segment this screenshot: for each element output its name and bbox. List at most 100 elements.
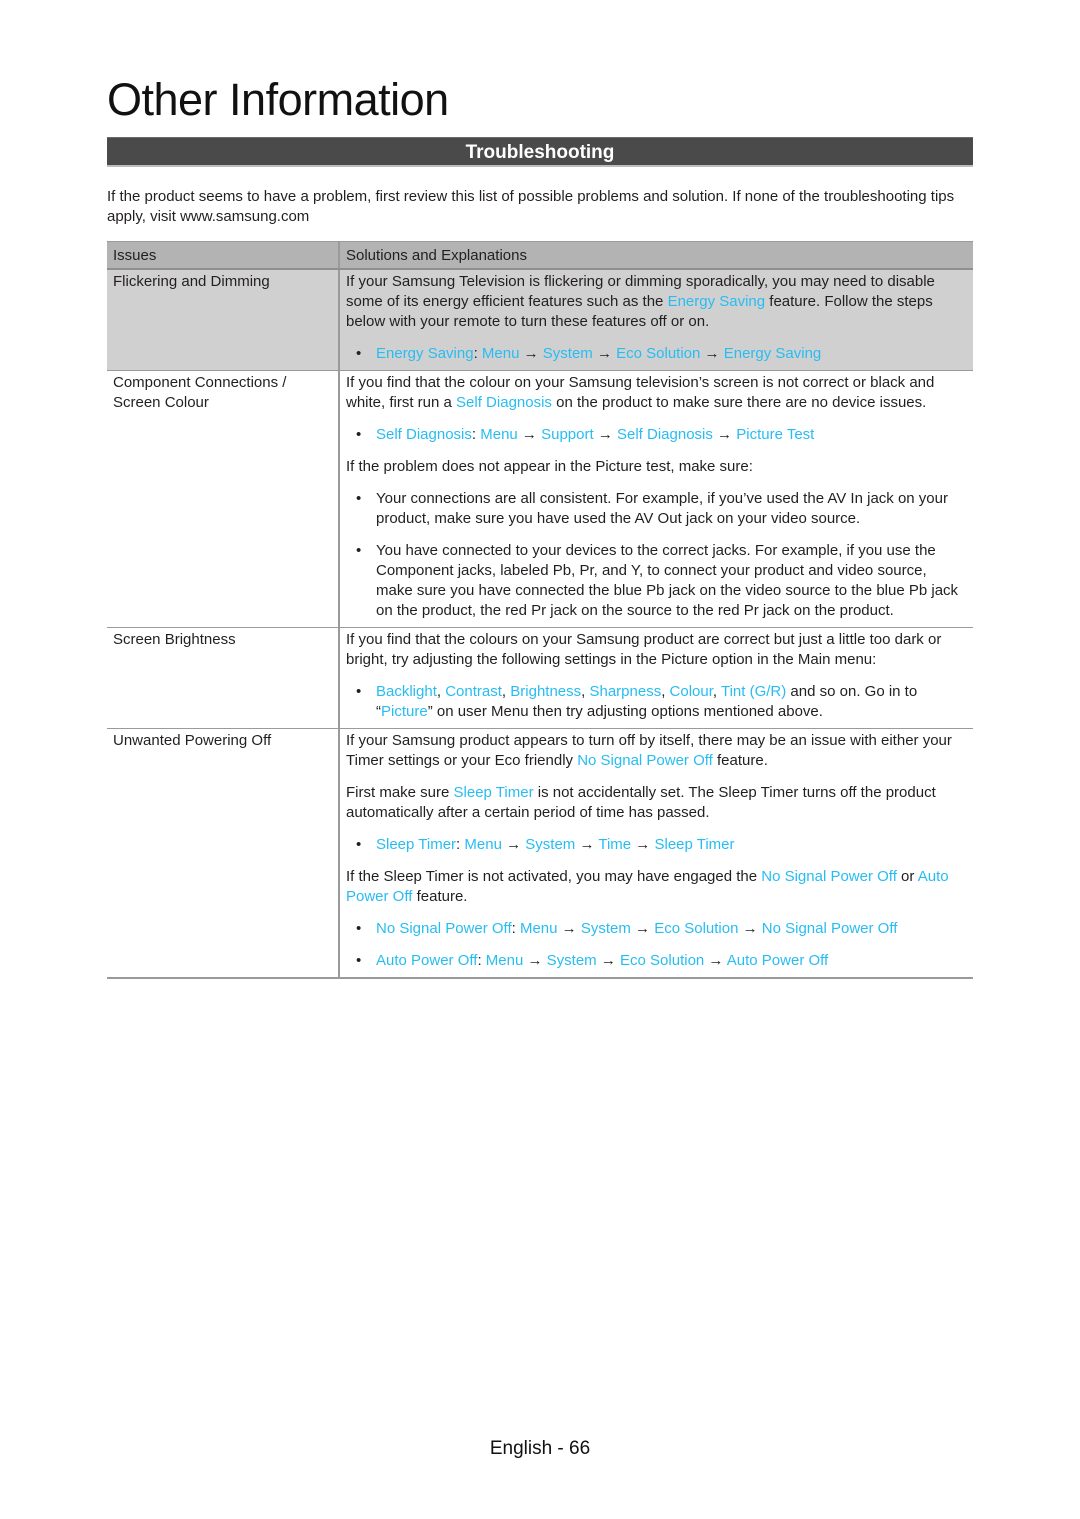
menu-step-time[interactable]: Time [598,836,631,853]
table-row-screen-brightness: Screen Brightness If you find that the c… [107,627,973,729]
menu-step-eco-solution[interactable]: Eco Solution [616,345,700,362]
issue-cell: Component Connections / Screen Colour [107,370,340,628]
colon-separator: : [473,345,482,362]
link-self-diagnosis[interactable]: Self Diagnosis [456,394,552,411]
menu-step-system[interactable]: System [581,920,631,937]
menu-step-picture-test[interactable]: Picture Test [736,426,814,443]
link-contrast[interactable]: Contrast [445,683,502,700]
link-auto-power-off[interactable]: Auto Power Off [376,952,477,969]
issue-cell: Unwanted Powering Off [107,728,340,979]
bullet-item: • Your connections are all consistent. Fo… [346,489,967,529]
colon-separator: : [511,920,520,937]
arrow-icon: → [704,952,727,969]
arrow-icon: → [593,426,617,443]
arrow-icon: → [519,345,543,362]
text: feature. [712,752,768,769]
solution-paragraph: First make sure Sleep Timer is not accid… [346,783,967,823]
link-no-signal-power-off[interactable]: No Signal Power Off [577,752,713,769]
arrow-icon: → [596,952,621,969]
link-brightness[interactable]: Brightness [510,683,581,700]
link-energy-saving[interactable]: Energy Saving [376,345,474,362]
arrow-icon: → [557,920,581,937]
menu-step-menu[interactable]: Menu [480,426,518,443]
solution-paragraph: If your Samsung product appears to turn … [346,731,967,771]
arrow-icon: → [631,836,655,853]
troubleshooting-table: Issues Solutions and Explanations Flicke… [107,241,973,979]
bullet-icon: • [356,542,362,559]
link-no-signal-power-off[interactable]: No Signal Power Off [376,920,512,937]
menu-step-system[interactable]: System [543,345,593,362]
link-backlight[interactable]: Backlight [376,683,437,700]
menu-path: • Energy Saving: Menu → System → Eco Solu… [346,344,967,364]
menu-step-auto-power-off[interactable]: Auto Power Off [727,952,828,969]
solution-paragraph: If you find that the colours on your Sam… [346,631,942,668]
colon-separator: : [477,952,486,969]
link-self-diagnosis[interactable]: Self Diagnosis [376,426,472,443]
link-picture[interactable]: Picture [381,703,428,720]
solution-paragraph: If the problem does not appear in the Pi… [346,458,753,475]
colon-separator: : [471,426,481,443]
settings-list: Backlight, Contrast, Brightness, Sharpne… [376,683,786,700]
solution-paragraph: If your Samsung Television is flickering… [346,272,967,332]
menu-step-system[interactable]: System [547,952,597,969]
bullet-text: Your connections are all consistent. For… [376,490,948,527]
text: ” on user Menu then try adjusting option… [427,703,823,720]
intro-paragraph: If the product seems to have a problem, … [107,188,955,225]
table-header-row: Issues Solutions and Explanations [107,241,973,270]
link-energy-saving[interactable]: Energy Saving [668,293,766,310]
table-row-flickering: Flickering and Dimming If your Samsung T… [107,269,973,371]
header-solutions: Solutions and Explanations [339,241,973,270]
menu-step-energy-saving[interactable]: Energy Saving [724,345,822,362]
menu-step-sleep-timer[interactable]: Sleep Timer [654,836,734,853]
bullet-icon: • [356,952,362,969]
page-footer: English - 66 [489,1438,591,1459]
solution-cell: If your Samsung product appears to turn … [339,728,973,979]
arrow-icon: → [738,920,762,937]
bullet-icon: • [356,345,362,362]
link-colour[interactable]: Colour [670,683,713,700]
menu-step-menu[interactable]: Menu [520,920,558,937]
comma-separator: , [712,683,721,700]
arrow-icon: → [575,836,599,853]
link-sleep-timer[interactable]: Sleep Timer [376,836,456,853]
menu-path: • Sleep Timer: Menu → System → Time → Sle… [346,835,967,855]
bullet-icon: • [356,683,362,700]
comma-separator: , [661,683,670,700]
comma-separator: , [501,683,511,700]
arrow-icon: → [630,920,655,937]
text: feature. [412,888,468,905]
menu-path: • Auto Power Off: Menu → System → Eco Sol… [346,951,967,971]
bullet-text: You have connected to your devices to th… [376,542,959,619]
menu-step-menu[interactable]: Menu [486,952,524,969]
menu-step-menu[interactable]: Menu [482,345,520,362]
solution-cell: If your Samsung Television is flickering… [339,269,973,371]
link-no-signal-power-off[interactable]: No Signal Power Off [761,868,897,885]
arrow-icon: → [592,345,617,362]
menu-step-no-signal-power-off[interactable]: No Signal Power Off [762,920,898,937]
bullet-icon: • [356,920,362,937]
table-row-unwanted-powering-off: Unwanted Powering Off If your Samsung pr… [107,728,973,979]
text: or [896,868,918,885]
arrow-icon: → [712,426,737,443]
menu-path: • No Signal Power Off: Menu → System → Ec… [346,919,967,939]
comma-separator: , [436,683,446,700]
solution-cell: If you find that the colours on your Sam… [339,627,973,729]
menu-step-self-diagnosis[interactable]: Self Diagnosis [617,426,713,443]
arrow-icon: → [501,836,526,853]
menu-step-support[interactable]: Support [541,426,594,443]
settings-bullet: • Backlight, Contrast, Brightness, Sharp… [346,682,967,722]
bullet-item: • You have connected to your devices to t… [346,541,967,621]
page-title: Other Information [107,74,449,125]
solution-cell: If you find that the colour on your Sams… [339,370,973,628]
solution-paragraph: If you find that the colour on your Sams… [346,373,967,413]
menu-step-system[interactable]: System [525,836,575,853]
link-tint-g-r[interactable]: Tint (G/R) [721,683,786,700]
menu-step-eco-solution[interactable]: Eco Solution [654,920,738,937]
link-sleep-timer[interactable]: Sleep Timer [454,784,534,801]
header-issues: Issues [107,241,340,270]
menu-step-eco-solution[interactable]: Eco Solution [620,952,704,969]
issue-cell: Screen Brightness [107,627,340,729]
menu-step-menu[interactable]: Menu [464,836,502,853]
link-sharpness[interactable]: Sharpness [589,683,661,700]
issue-cell: Flickering and Dimming [107,269,340,371]
